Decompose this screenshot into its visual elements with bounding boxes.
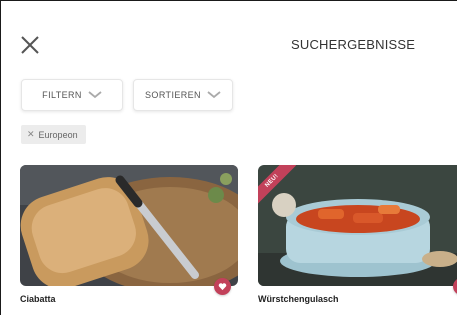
remove-tag-icon[interactable]: ✕ xyxy=(27,129,35,140)
filter-tag[interactable]: ✕ Europeon xyxy=(21,125,86,144)
screen: SUCHERGEBNISSE FILTERN SORTIEREN ✕ Europ… xyxy=(0,0,457,315)
favorite-button[interactable] xyxy=(453,278,457,295)
chevron-down-icon xyxy=(88,91,102,99)
new-badge: NEU! xyxy=(258,165,298,205)
new-badge-label: NEU! xyxy=(258,165,297,205)
recipe-title: Würstchengulasch xyxy=(258,294,339,304)
sort-label: SORTIEREN xyxy=(145,90,201,100)
heart-icon xyxy=(218,283,227,291)
recipe-card[interactable]: NEU! Würstchengulasch xyxy=(258,165,457,315)
chevron-down-icon xyxy=(207,91,221,99)
filter-button[interactable]: FILTERN xyxy=(21,79,123,111)
recipe-image xyxy=(20,165,238,286)
filter-label: FILTERN xyxy=(42,90,82,100)
close-button[interactable] xyxy=(19,34,41,56)
favorite-button[interactable] xyxy=(214,278,231,295)
filter-tag-label: Europeon xyxy=(38,129,78,140)
page-title: SUCHERGEBNISSE xyxy=(291,37,416,52)
recipe-title: Ciabatta xyxy=(20,294,56,304)
close-icon xyxy=(21,36,39,54)
recipe-card[interactable]: Ciabatta xyxy=(20,165,238,315)
sort-button[interactable]: SORTIEREN xyxy=(133,79,233,111)
